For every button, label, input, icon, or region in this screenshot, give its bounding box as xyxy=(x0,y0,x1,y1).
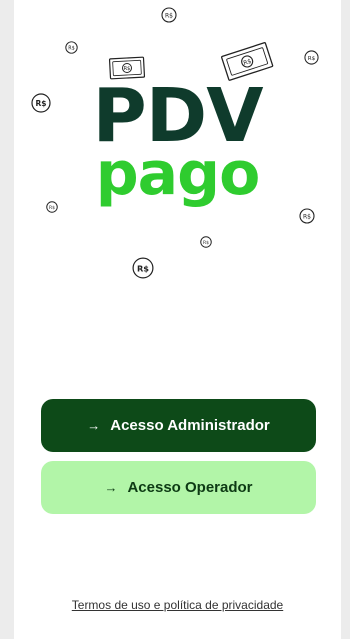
arrow-right-icon: → xyxy=(104,480,118,495)
coin-icon: R$ xyxy=(299,208,315,224)
login-screen: R$ R$ R$ R$ R$ R$ R$ R$ R$ R$ PDV pago →… xyxy=(14,0,341,639)
coin-icon-label: R$ xyxy=(137,263,149,273)
coin-icon-label: R$ xyxy=(308,56,316,62)
banknote-icon-label: R$ xyxy=(124,66,131,72)
coin-icon: R$ xyxy=(132,257,154,279)
coin-icon: R$ xyxy=(161,7,177,23)
coin-icon-label: R$ xyxy=(68,46,74,52)
app-logo: PDV pago xyxy=(14,79,341,209)
coin-icon-label: R$ xyxy=(303,214,311,221)
operator-access-label: Acesso Operador xyxy=(127,479,253,496)
logo-text-pago: pago xyxy=(95,139,261,209)
coin-icon: R$ xyxy=(65,41,78,54)
coin-icon-label: R$ xyxy=(165,13,173,20)
admin-access-label: Acesso Administrador xyxy=(110,417,270,434)
coin-icon-label: R$ xyxy=(203,240,209,246)
admin-access-button[interactable]: → Acesso Administrador xyxy=(41,399,316,452)
coin-icon: R$ xyxy=(304,50,319,65)
terms-privacy-link[interactable]: Termos de uso e política de privacidade xyxy=(14,598,341,612)
coin-icon: R$ xyxy=(200,236,212,248)
coin-icon: R$ xyxy=(46,201,58,213)
arrow-right-icon: → xyxy=(87,418,101,433)
operator-access-button[interactable]: → Acesso Operador xyxy=(41,461,316,514)
coin-icon-label: R$ xyxy=(49,205,55,211)
